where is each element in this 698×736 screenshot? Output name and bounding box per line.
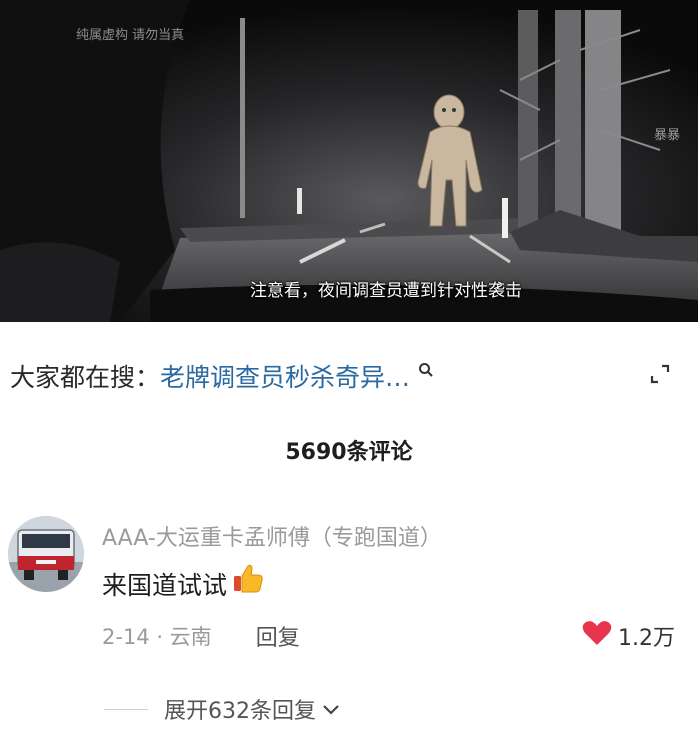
search-suggestion-link[interactable]: 老牌调查员秒杀奇异… (160, 358, 410, 394)
video-subtitle: 注意看，夜间调查员遭到针对性袭击 (250, 281, 522, 301)
heart-icon (582, 620, 612, 652)
comment-text: 来国道试试 (102, 571, 228, 600)
like-button[interactable]: 1.2万 (582, 620, 675, 652)
comment-date-location: 2-14 · 云南 (102, 625, 212, 649)
expand-replies-button[interactable]: 展开632条回复 (104, 692, 340, 726)
like-count: 1.2万 (618, 626, 675, 651)
video-player[interactable]: 纯属虚构 请勿当真 暴暴 注意看，夜间调查员遭到针对性袭击 (0, 0, 698, 322)
reply-button[interactable]: 回复 (256, 620, 300, 652)
expand-replies-label: 展开632条回复 (164, 699, 316, 724)
comment-username[interactable]: AAA-大运重卡孟师傅（专跑国道） (102, 520, 442, 552)
search-icon[interactable] (418, 362, 434, 382)
comment-count-title: 5690条评论 (285, 440, 413, 465)
chevron-down-icon (322, 697, 340, 722)
search-suggestion-row[interactable]: 大家都在搜： 老牌调查员秒杀奇异… (0, 340, 698, 412)
comment-body: 来国道试试 (102, 564, 265, 602)
video-watermark: 纯属虚构 请勿当真 (76, 28, 185, 43)
channel-watermark: 暴暴 (654, 128, 681, 143)
thumbs-up-icon (231, 561, 265, 601)
comment-meta: 2-14 · 云南 回复 (102, 620, 300, 652)
video-frame-image (0, 0, 698, 322)
reply-divider (104, 708, 148, 710)
avatar[interactable] (8, 516, 84, 592)
search-prefix-label: 大家都在搜： (10, 363, 161, 392)
expand-icon[interactable] (648, 362, 672, 390)
